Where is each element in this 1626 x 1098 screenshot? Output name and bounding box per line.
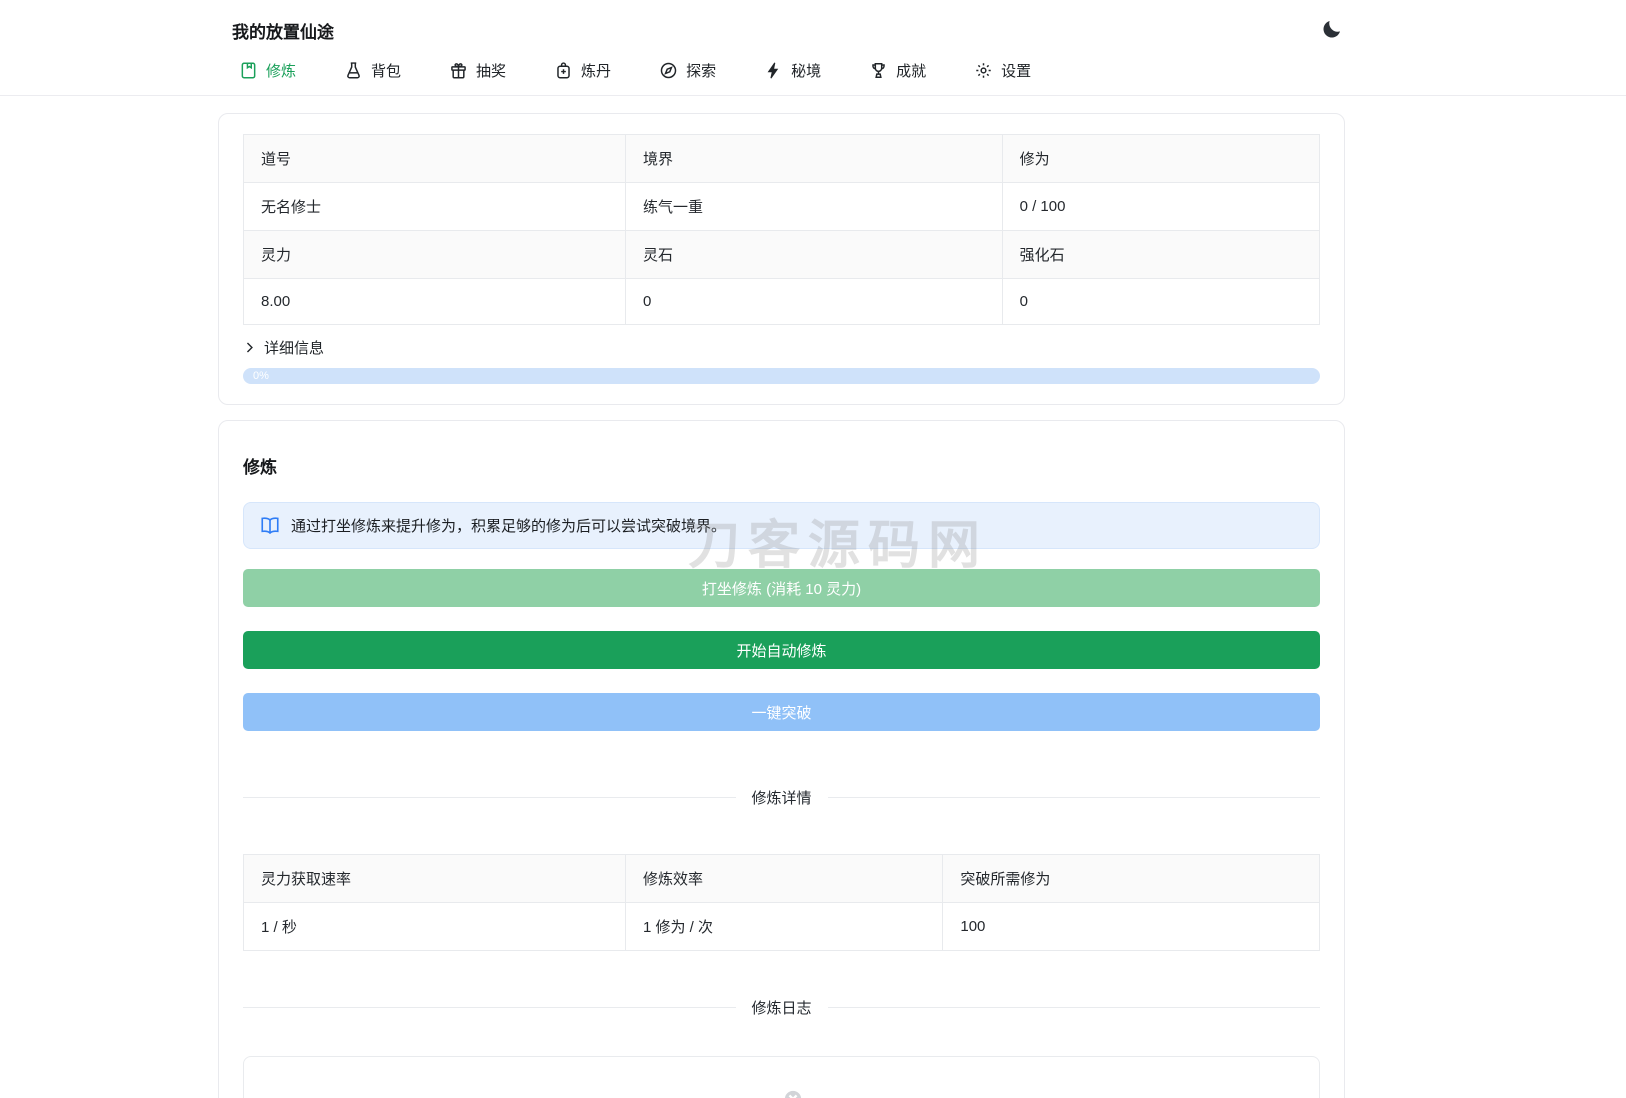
- spirit-power-label: 灵力: [243, 230, 626, 279]
- meditate-button[interactable]: 打坐修炼 (消耗 10 灵力): [243, 569, 1320, 607]
- journal-icon: [241, 62, 256, 79]
- tab-secret-realm[interactable]: 秘境: [765, 60, 821, 81]
- compass-icon: [660, 62, 677, 79]
- tab-label: 抽奖: [476, 63, 507, 80]
- app-title: 我的放置仙途: [232, 23, 334, 42]
- tab-label: 设置: [1001, 63, 1032, 80]
- dao-name-label: 道号: [243, 134, 626, 183]
- spirit-rate-label: 灵力获取速率: [243, 854, 626, 903]
- tab-settings[interactable]: 设置: [975, 60, 1031, 81]
- empty-inbox-icon: [784, 1090, 801, 1098]
- realm-value: 练气一重: [624, 182, 1003, 231]
- details-toggle[interactable]: 详细信息: [243, 337, 1320, 358]
- details-toggle-label: 详细信息: [264, 340, 325, 357]
- spirit-stone-label: 灵石: [624, 230, 1003, 279]
- main-content: 道号 境界 修为 无名修士 练气一重 0 / 100 灵力 灵石 强化石 8.0…: [218, 113, 1345, 1098]
- log-divider: 修炼日志: [243, 997, 1320, 1018]
- realm-label: 境界: [624, 134, 1003, 183]
- bag-plus-icon: [557, 62, 570, 79]
- tab-label: 背包: [371, 63, 402, 80]
- efficiency-label: 修炼效率: [624, 854, 944, 903]
- details-divider-label: 修炼详情: [751, 790, 812, 807]
- breakthrough-req-label: 突破所需修为: [942, 854, 1320, 903]
- tab-cultivate[interactable]: 修炼: [240, 60, 296, 81]
- enhance-stone-value: 0: [1001, 278, 1321, 325]
- tab-lottery[interactable]: 抽奖: [450, 60, 506, 81]
- spirit-rate-value: 1 / 秒: [243, 902, 626, 951]
- header: 我的放置仙途 修炼 背包 抽奖 炼丹 探索 秘境 成就 设置: [0, 0, 1626, 96]
- stats-card: 道号 境界 修为 无名修士 练气一重 0 / 100 灵力 灵石 强化石 8.0…: [218, 113, 1345, 405]
- section-title: 修炼: [243, 458, 277, 477]
- cultivation-tip-alert: 通过打坐修炼来提升修为，积累足够的修为后可以尝试突破境界。: [243, 502, 1320, 549]
- cultivation-progress-bar: 0%: [243, 368, 1320, 384]
- tab-label: 秘境: [791, 63, 822, 80]
- table-row: 8.00 0 0: [243, 278, 1321, 325]
- flask-icon: [347, 62, 360, 79]
- main-nav: 修炼 背包 抽奖 炼丹 探索 秘境 成就 设置: [240, 60, 1031, 81]
- breakthrough-button[interactable]: 一键突破: [243, 693, 1320, 731]
- breakthrough-req-value: 100: [942, 902, 1320, 951]
- tab-backpack[interactable]: 背包: [345, 60, 401, 81]
- auto-cultivate-button[interactable]: 开始自动修炼: [243, 631, 1320, 669]
- tab-achievements[interactable]: 成就: [870, 60, 926, 81]
- cultivation-log-panel: 暂无日志: [243, 1056, 1320, 1098]
- efficiency-value: 1 修为 / 次: [624, 902, 944, 951]
- stats-table: 道号 境界 修为 无名修士 练气一重 0 / 100 灵力 灵石 强化石 8.0…: [243, 134, 1321, 325]
- spirit-power-value: 8.00: [243, 278, 626, 325]
- theme-toggle-button[interactable]: [1318, 14, 1346, 42]
- chevron-right-icon: [246, 342, 253, 353]
- trophy-icon: [872, 62, 885, 79]
- cultivation-details-table: 灵力获取速率 修炼效率 突破所需修为 1 / 秒 1 修为 / 次 100: [243, 854, 1320, 951]
- tab-label: 修炼: [266, 63, 297, 80]
- table-row: 道号 境界 修为: [243, 134, 1321, 183]
- book-open-icon: [261, 516, 279, 534]
- moon-icon: [1322, 20, 1340, 38]
- cultivation-card: 修炼 通过打坐修炼来提升修为，积累足够的修为后可以尝试突破境界。 打坐修炼 (消…: [218, 420, 1345, 1098]
- table-row: 灵力 灵石 强化石: [243, 230, 1321, 279]
- details-divider: 修炼详情: [243, 787, 1320, 808]
- tab-explore[interactable]: 探索: [660, 60, 716, 81]
- enhance-stone-label: 强化石: [1001, 230, 1321, 279]
- table-row: 1 / 秒 1 修为 / 次 100: [243, 902, 1320, 951]
- page: 我的放置仙途 修炼 背包 抽奖 炼丹 探索 秘境 成就 设置 刀客源码网 道号 …: [0, 0, 1626, 1098]
- spirit-stone-value: 0: [624, 278, 1003, 325]
- tab-alchemy[interactable]: 炼丹: [555, 60, 611, 81]
- cultivation-value: 0 / 100: [1001, 182, 1321, 231]
- tab-label: 探索: [686, 63, 717, 80]
- tab-label: 成就: [896, 63, 927, 80]
- table-row: 灵力获取速率 修炼效率 突破所需修为: [243, 854, 1320, 903]
- table-row: 无名修士 练气一重 0 / 100: [243, 182, 1321, 231]
- progress-percent-label: 0%: [253, 370, 269, 382]
- tab-label: 炼丹: [581, 63, 612, 80]
- lightning-icon: [767, 62, 779, 79]
- cultivation-label: 修为: [1001, 134, 1321, 183]
- cultivation-tip-text: 通过打坐修炼来提升修为，积累足够的修为后可以尝试突破境界。: [291, 518, 727, 535]
- gear-icon: [976, 63, 991, 78]
- gift-icon: [451, 63, 466, 79]
- dao-name-value: 无名修士: [243, 182, 626, 231]
- log-divider-label: 修炼日志: [751, 1000, 812, 1017]
